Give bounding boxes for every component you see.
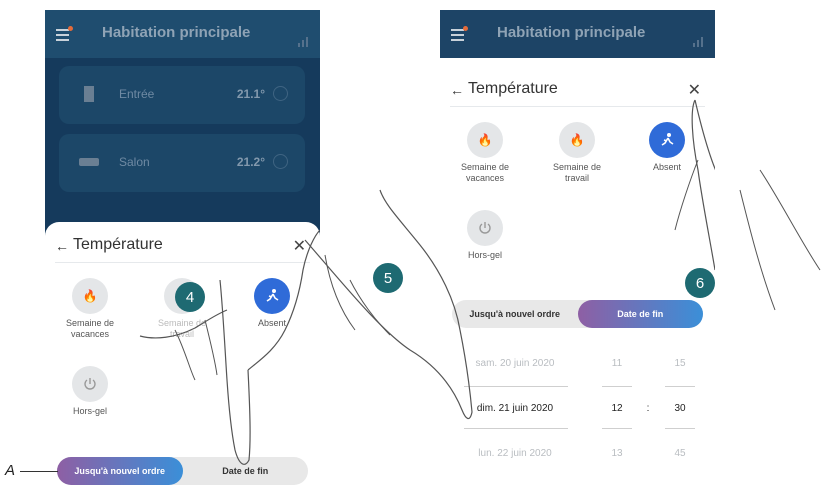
callout-line (20, 471, 58, 472)
step-5-badge: 5 (373, 263, 403, 293)
hand-pointer-illustration-middle (304, 169, 821, 420)
callout-label: A (5, 462, 16, 479)
